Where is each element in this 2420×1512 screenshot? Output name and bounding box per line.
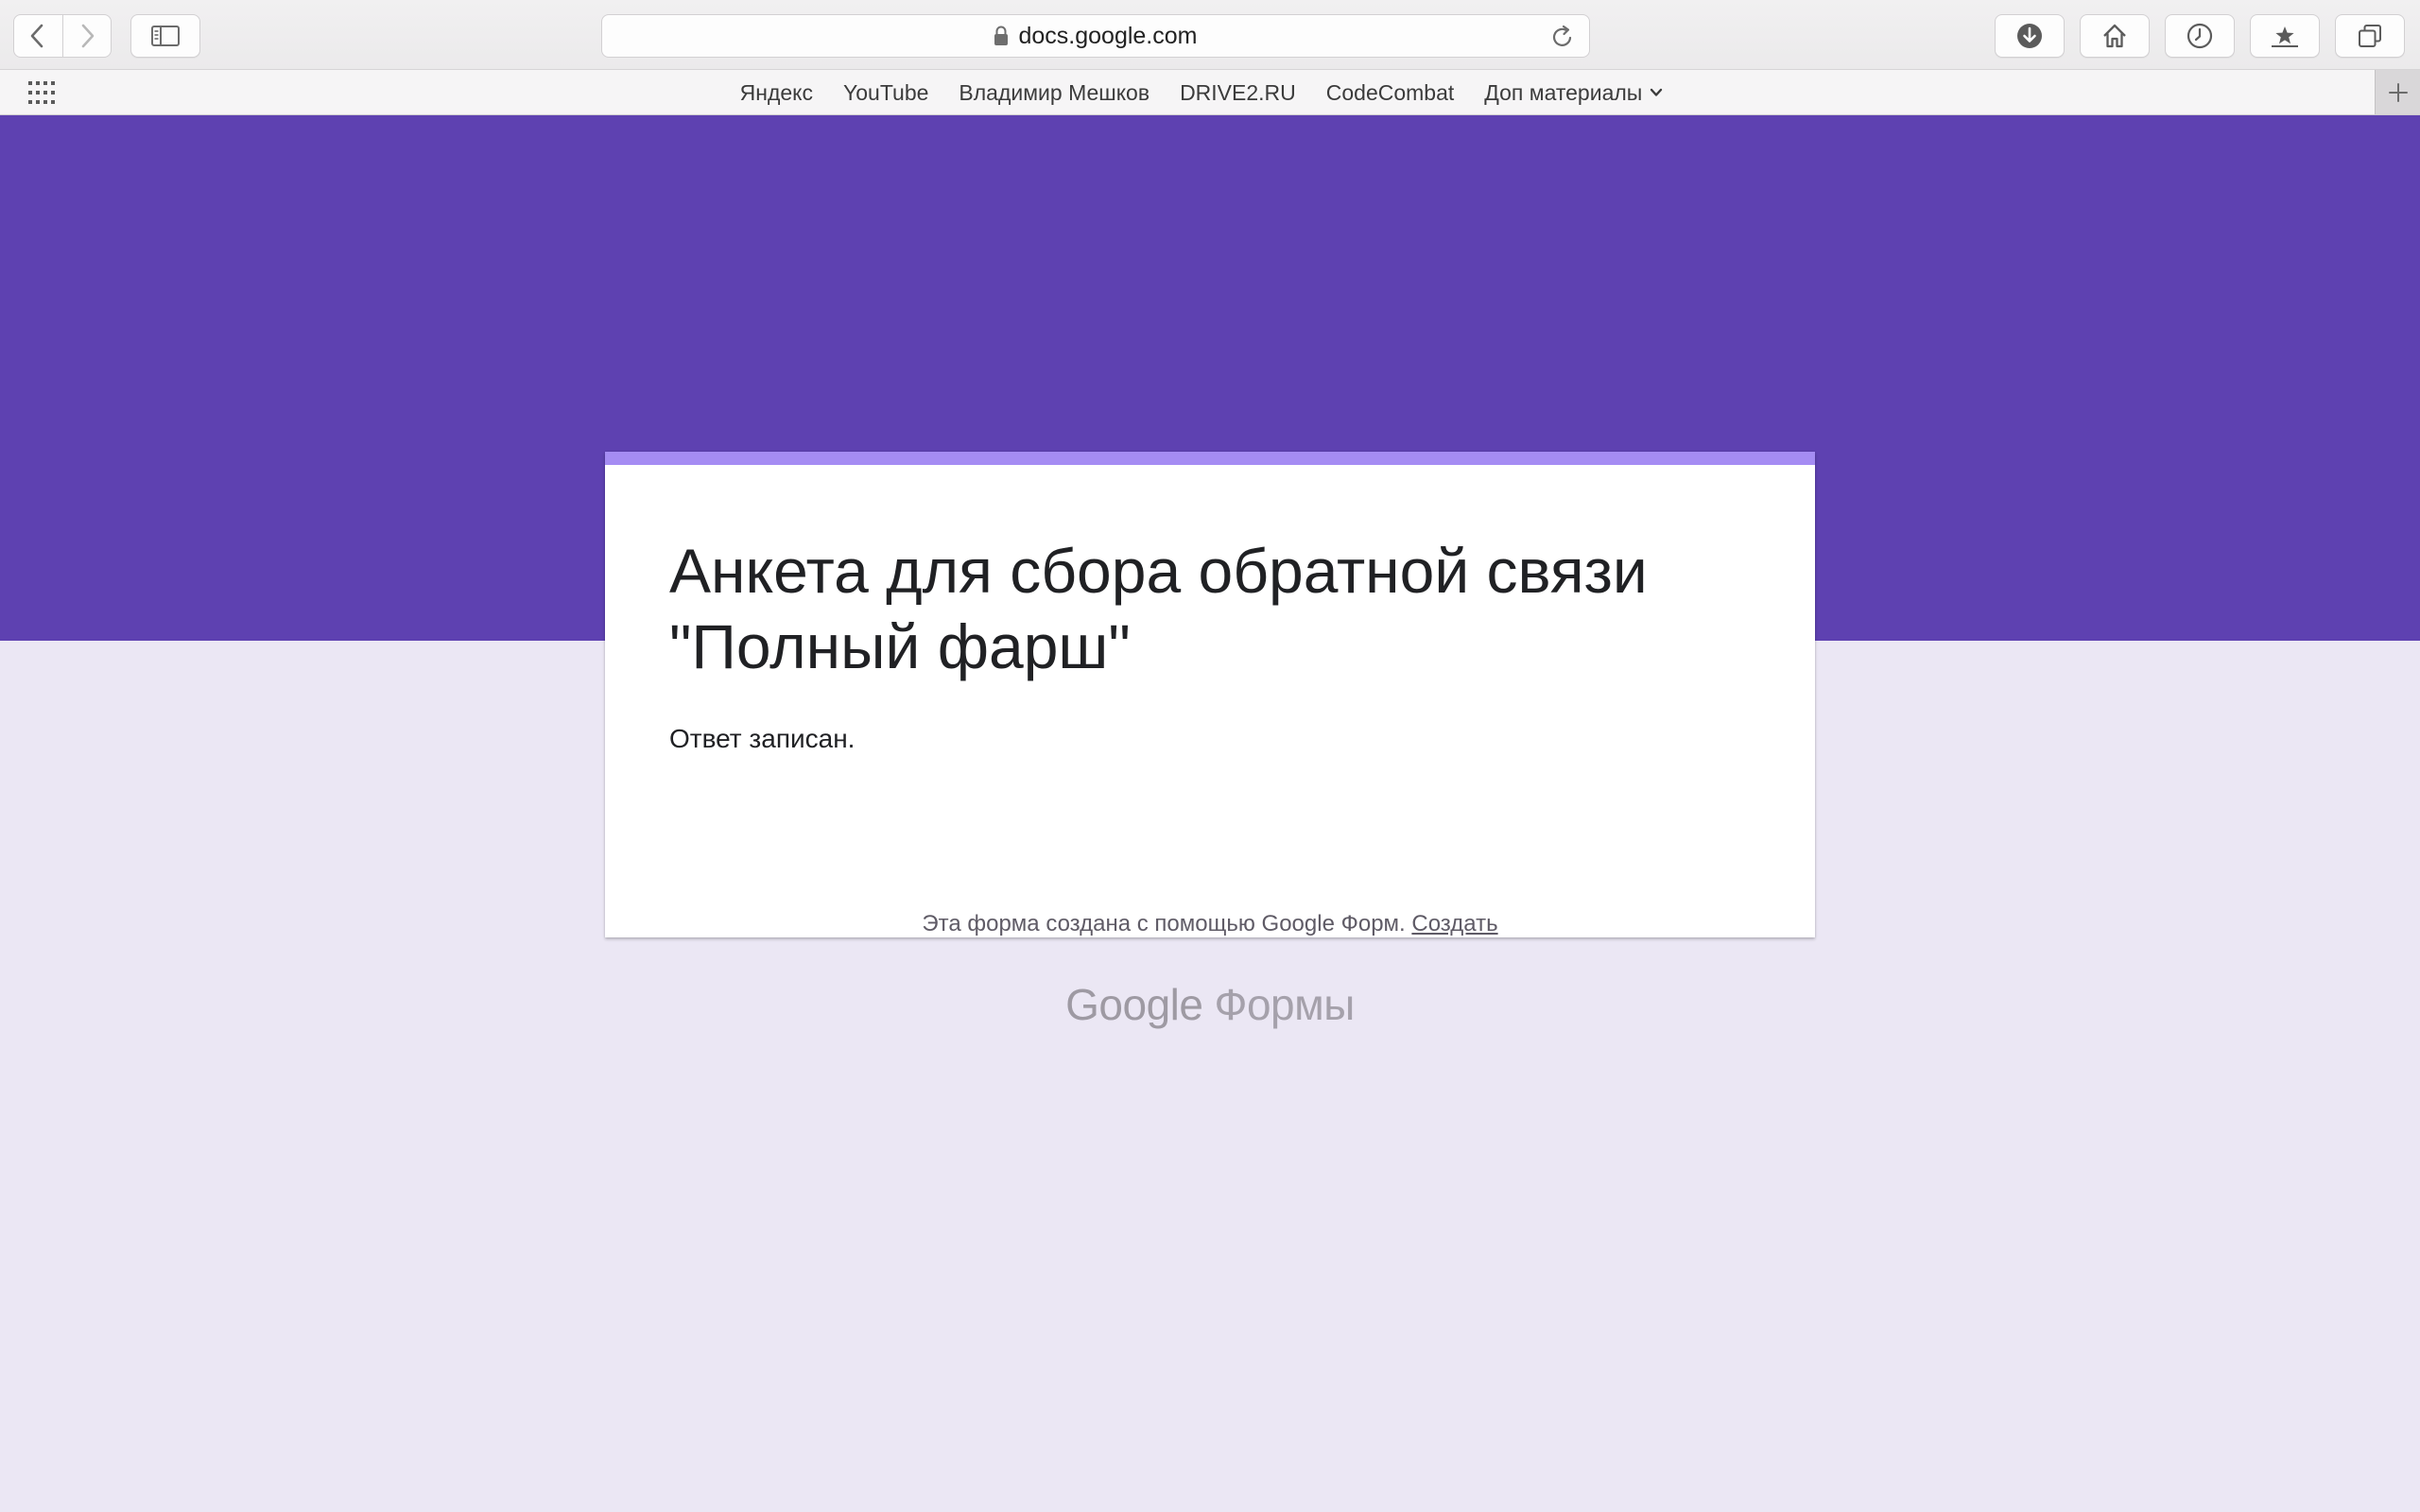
bookmark-yandex[interactable]: Яндекс — [740, 80, 813, 106]
page-content: Анкета для сбора обратной связи "Полный … — [0, 115, 2420, 1512]
footer-text: Эта форма создана с помощью Google Форм. — [922, 911, 1406, 936]
bookmarks-bar: Яндекс YouTube Владимир Мешков DRIVE2.RU… — [0, 70, 2420, 115]
browser-toolbar: docs.google.com — [0, 0, 2420, 70]
tabs-overview-button[interactable] — [2335, 14, 2405, 58]
address-bar[interactable]: docs.google.com — [601, 14, 1590, 58]
url-text: docs.google.com — [1018, 22, 1198, 49]
sidebar-button[interactable] — [130, 14, 200, 58]
logo-google-text: Google — [1065, 980, 1203, 1029]
clock-icon — [2187, 23, 2213, 49]
plus-icon — [2388, 82, 2408, 102]
history-nav — [13, 14, 112, 58]
back-button[interactable] — [14, 15, 62, 57]
lock-icon — [994, 26, 1009, 45]
add-bookmark-button[interactable] — [2375, 70, 2420, 114]
forward-button[interactable] — [61, 15, 112, 57]
home-icon — [2103, 24, 2126, 48]
bookmark-list: Яндекс YouTube Владимир Мешков DRIVE2.RU… — [0, 70, 2420, 115]
logo-product-text: Формы — [1214, 980, 1356, 1029]
home-button[interactable] — [2080, 14, 2150, 58]
download-icon — [2017, 24, 2042, 48]
history-button[interactable] — [2165, 14, 2235, 58]
reload-button[interactable] — [1549, 24, 1576, 55]
bookmark-folder-label: Доп материалы — [1484, 79, 1643, 105]
bookmark-folder-dop-materialy[interactable]: Доп материалы — [1484, 80, 1663, 106]
bookmark-youtube[interactable]: YouTube — [843, 80, 928, 106]
google-forms-logo[interactable]: Google Формы — [0, 979, 2420, 1030]
bookmark-drive2[interactable]: DRIVE2.RU — [1180, 80, 1296, 106]
footer-note: Эта форма создана с помощью Google Форм.… — [0, 911, 2420, 937]
form-title: Анкета для сбора обратной связи "Полный … — [669, 536, 1648, 681]
bookmark-codecombat[interactable]: CodeCombat — [1326, 80, 1455, 106]
create-form-link[interactable]: Создать — [1411, 911, 1497, 936]
top-sites-button[interactable] — [2250, 14, 2320, 58]
chevron-down-icon — [1651, 88, 1663, 96]
reload-icon — [1552, 25, 1572, 46]
sidebar-icon — [151, 26, 180, 46]
star-icon — [2272, 26, 2298, 47]
chevron-left-icon — [30, 24, 43, 48]
confirmation-message: Ответ записан. — [669, 724, 856, 753]
bookmark-vladimir-meshkov[interactable]: Владимир Мешков — [959, 80, 1150, 106]
tabs-icon — [2359, 25, 2381, 47]
form-card: Анкета для сбора обратной связи "Полный … — [605, 452, 1815, 937]
downloads-button[interactable] — [1995, 14, 2065, 58]
chevron-right-icon — [81, 24, 95, 48]
